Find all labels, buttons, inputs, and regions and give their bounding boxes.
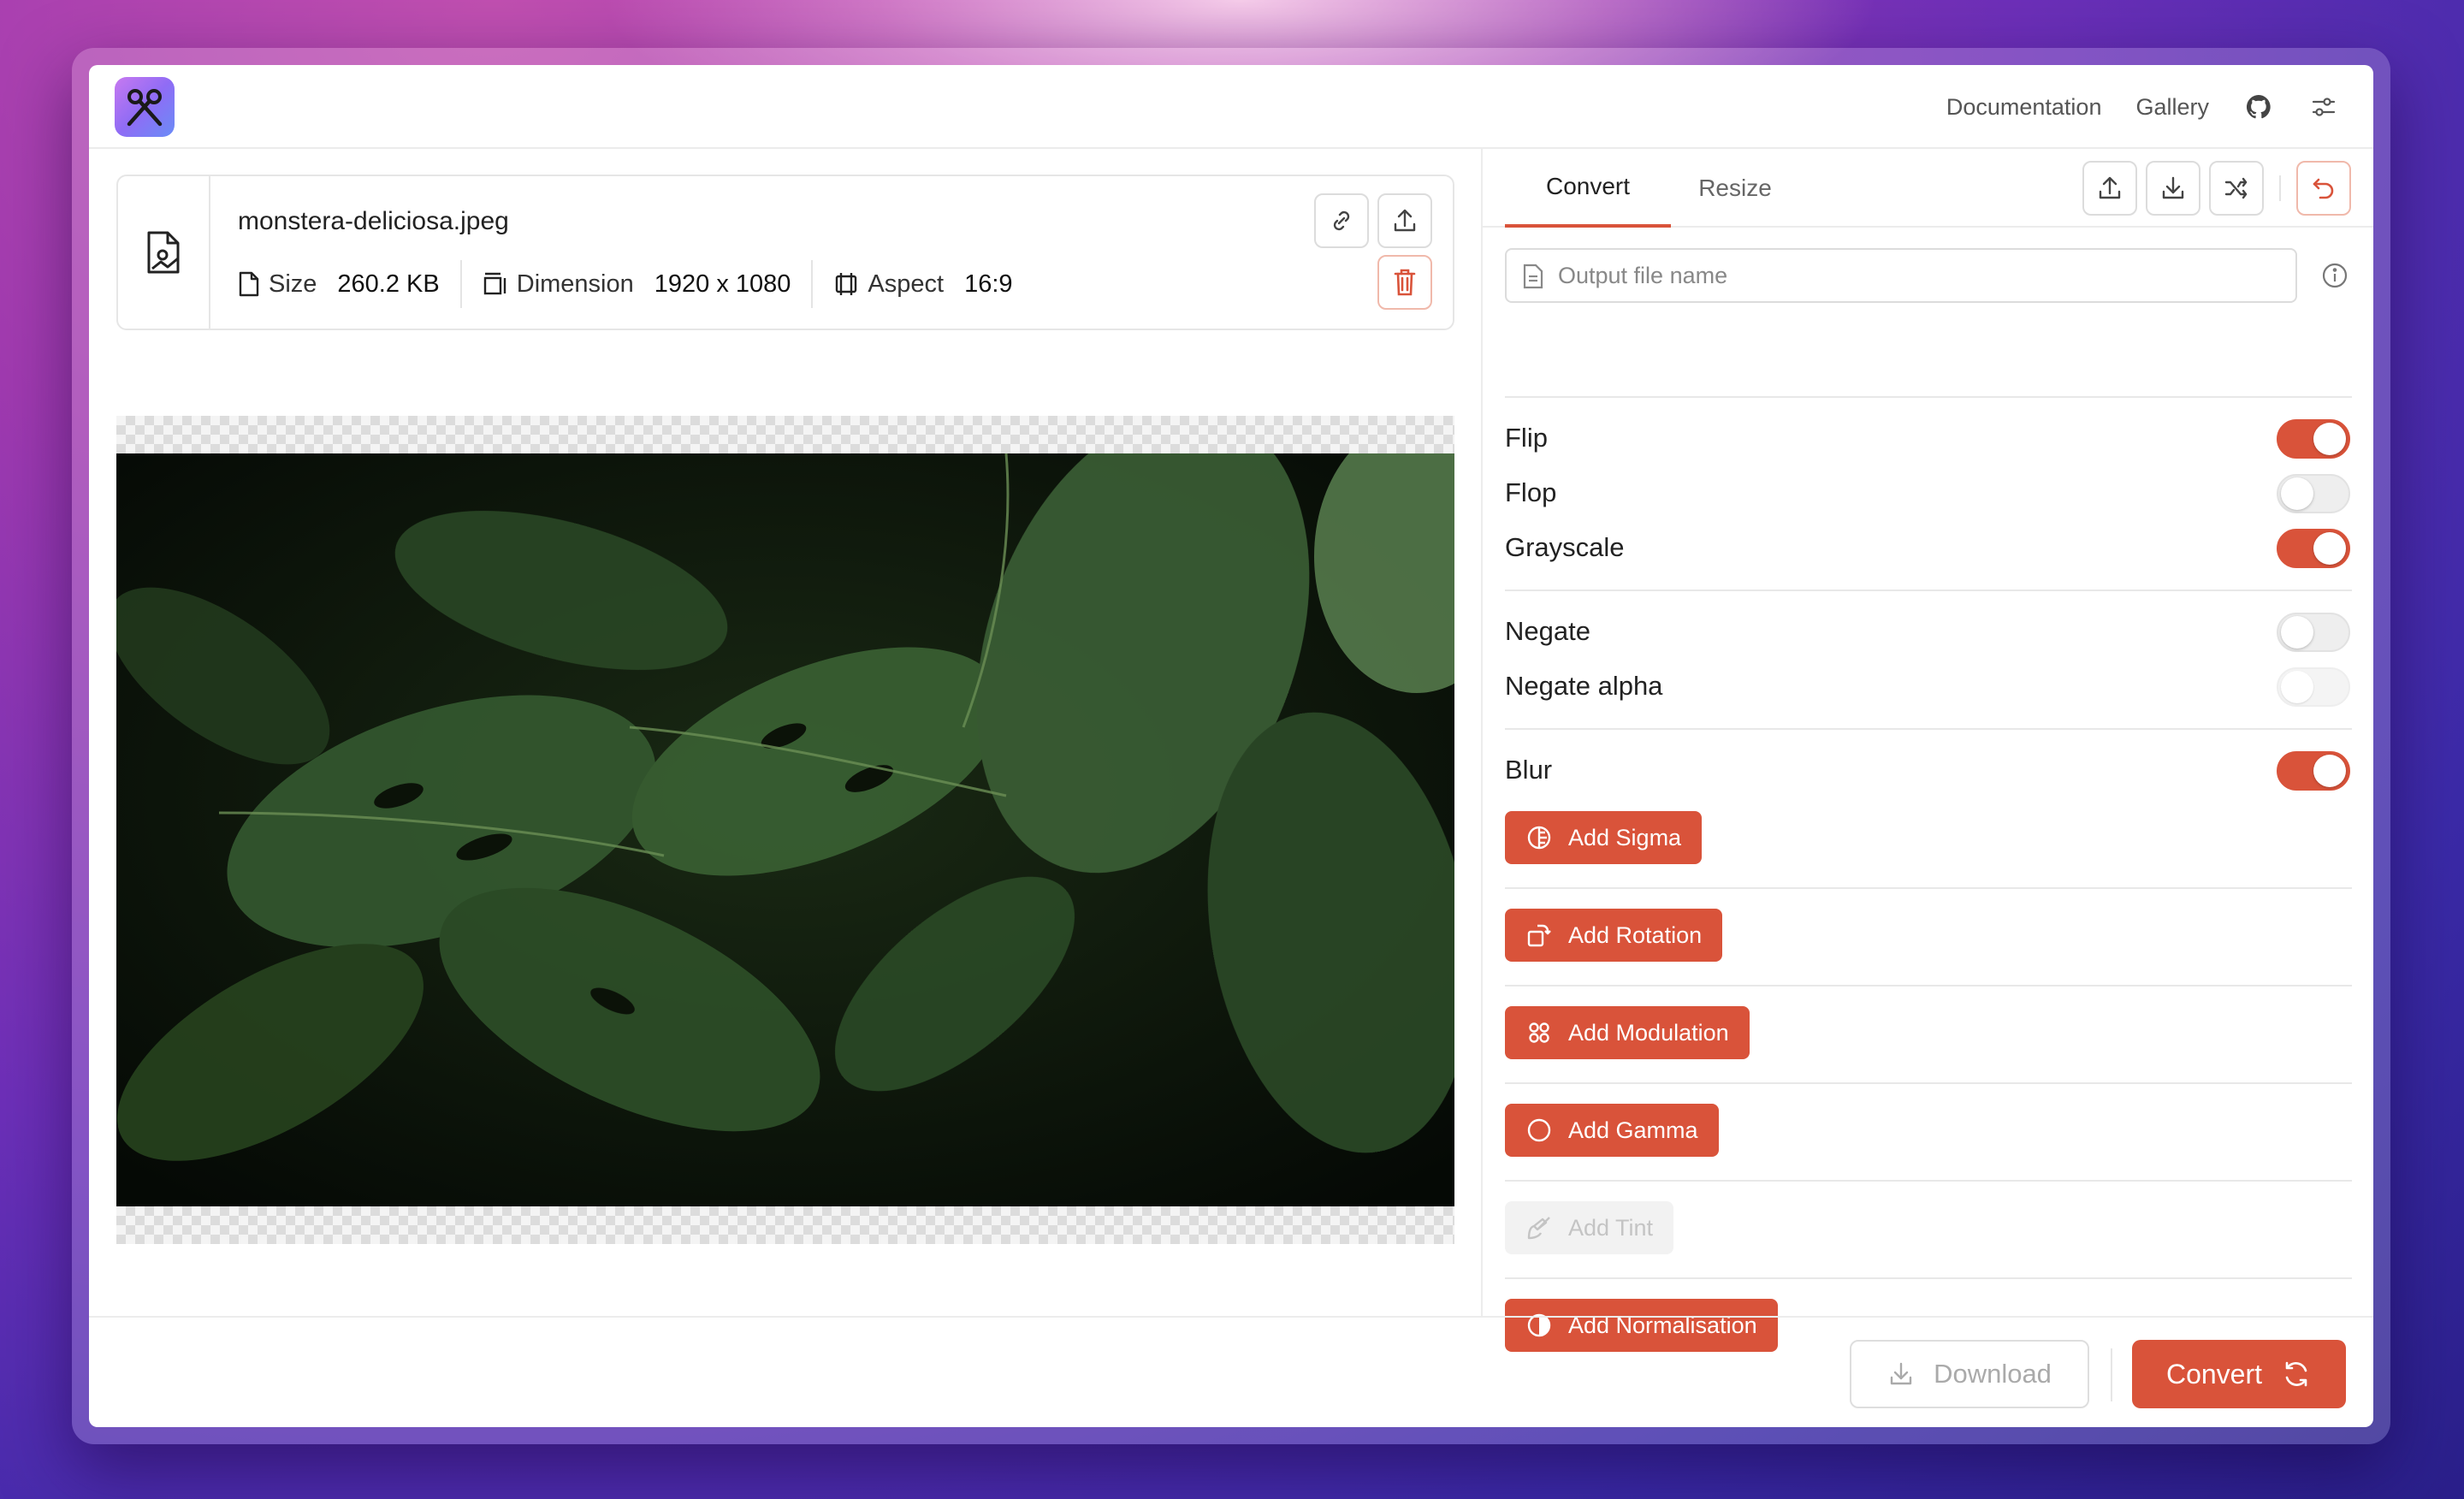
- github-icon[interactable]: [2243, 92, 2274, 122]
- top-nav: Documentation Gallery: [1946, 65, 2339, 149]
- section-divider: [1505, 396, 2352, 398]
- file-meta: Size 260.2 KB Dimension 1920 x 1080 Aspe…: [238, 260, 1013, 308]
- meta-divider: [459, 260, 462, 308]
- aspect-value: 16:9: [964, 270, 1013, 298]
- option-negate-alpha-toggle[interactable]: [2277, 667, 2350, 707]
- size-label: Size: [269, 270, 317, 298]
- option-flop-label: Flop: [1505, 477, 1557, 507]
- grid-circles-icon: [1529, 1022, 1549, 1043]
- import-settings-button[interactable]: [2146, 161, 2200, 216]
- option-blur-label: Blur: [1505, 755, 1553, 785]
- convert-label: Convert: [2165, 1358, 2263, 1389]
- add-tint-button[interactable]: Add Tint: [1505, 1201, 1674, 1254]
- meta-dimension: Dimension 1920 x 1080: [483, 270, 791, 299]
- half-circle-icon: [1527, 826, 1551, 850]
- trash-icon: [1394, 269, 1416, 296]
- option-negate-label: Negate: [1505, 616, 1590, 646]
- document-icon: [1523, 264, 1543, 289]
- file-info-card: monstera-deliciosa.jpeg Size 260.2 KB Di…: [116, 175, 1454, 330]
- upload-icon: [2099, 176, 2121, 199]
- option-flop-toggle[interactable]: [2277, 474, 2350, 513]
- option-negate-toggle[interactable]: [2277, 613, 2350, 652]
- convert-button[interactable]: Convert: [2132, 1340, 2346, 1408]
- section-divider: [1505, 1180, 2352, 1182]
- add-modulation-label: Add Modulation: [1568, 1019, 1729, 1046]
- tab-convert[interactable]: Convert: [1505, 149, 1671, 228]
- brush-icon: [1527, 1217, 1550, 1240]
- settings-sliders-icon[interactable]: [2308, 92, 2339, 122]
- download-label: Download: [1934, 1359, 2052, 1389]
- size-value: 260.2 KB: [337, 270, 440, 298]
- tab-resize[interactable]: Resize: [1671, 149, 1799, 228]
- meta-divider: [811, 260, 814, 308]
- shuffle-button[interactable]: [2209, 161, 2264, 216]
- nav-gallery[interactable]: Gallery: [2135, 94, 2209, 121]
- section-divider: [1505, 1082, 2352, 1084]
- meta-aspect: Aspect 16:9: [833, 270, 1013, 299]
- shuffle-icon: [2224, 177, 2248, 199]
- app-window: Documentation Gallery monstera-deliciosa…: [89, 65, 2373, 1427]
- section-divider: [1505, 728, 2352, 730]
- download-icon: [1890, 1362, 1912, 1385]
- toolbar-divider: [2279, 175, 2281, 201]
- footer-divider: [2111, 1348, 2112, 1401]
- link-icon: [1333, 210, 1350, 231]
- add-gamma-label: Add Gamma: [1568, 1117, 1698, 1143]
- section-divider: [1505, 590, 2352, 591]
- panel-toolbar: [2082, 161, 2351, 216]
- aspect-ratio-icon: [836, 273, 857, 295]
- option-negate-alpha-label: Negate alpha: [1505, 671, 1663, 701]
- option-flip-label: Flip: [1505, 423, 1548, 453]
- aspect-label: Aspect: [868, 270, 945, 298]
- add-tint-label: Add Tint: [1568, 1214, 1654, 1241]
- add-gamma-button[interactable]: Add Gamma: [1505, 1104, 1719, 1157]
- refresh-icon: [2285, 1361, 2307, 1387]
- image-preview: [116, 416, 1454, 1244]
- scissors-logo-icon[interactable]: [115, 77, 175, 137]
- output-filename-placeholder: Output file name: [1558, 262, 1728, 288]
- settings-panel: Convert Resize Output file name Flip Flo…: [1481, 149, 2373, 1352]
- action-footer: Download Convert: [89, 1316, 2373, 1427]
- upload-icon: [1394, 209, 1416, 232]
- output-filename-input[interactable]: Output file name: [1505, 248, 2297, 303]
- option-blur-toggle[interactable]: [2277, 751, 2350, 791]
- tab-bar: Convert Resize: [1483, 149, 2373, 228]
- add-rotation-label: Add Rotation: [1568, 921, 1703, 948]
- file-icon: [239, 271, 259, 297]
- reset-button[interactable]: [2296, 161, 2351, 216]
- add-sigma-button[interactable]: Add Sigma: [1505, 811, 1703, 864]
- add-rotation-button[interactable]: Add Rotation: [1505, 909, 1723, 962]
- circle-icon: [1527, 1118, 1551, 1142]
- section-divider: [1505, 985, 2352, 986]
- export-settings-button[interactable]: [2082, 161, 2137, 216]
- option-flip-toggle[interactable]: [2277, 419, 2350, 459]
- delete-button[interactable]: [1377, 255, 1432, 310]
- preview-image: [116, 453, 1454, 1206]
- nav-documentation[interactable]: Documentation: [1946, 94, 2102, 121]
- image-file-icon: [118, 176, 210, 329]
- dimension-icon: [483, 272, 506, 295]
- copy-link-button[interactable]: [1314, 193, 1369, 248]
- undo-icon: [2313, 178, 2334, 199]
- section-divider: [1505, 887, 2352, 889]
- add-sigma-label: Add Sigma: [1568, 824, 1682, 850]
- rotate-icon: [1527, 924, 1551, 947]
- meta-size: Size 260.2 KB: [238, 270, 440, 299]
- option-grayscale-toggle[interactable]: [2277, 529, 2350, 568]
- option-grayscale-label: Grayscale: [1505, 532, 1625, 562]
- upload-button[interactable]: [1377, 193, 1432, 248]
- add-modulation-button[interactable]: Add Modulation: [1505, 1006, 1750, 1059]
- section-divider: [1505, 1277, 2352, 1279]
- info-icon[interactable]: [2321, 262, 2348, 293]
- download-icon: [2162, 176, 2184, 199]
- file-name: monstera-deliciosa.jpeg: [238, 207, 509, 235]
- preview-panel: monstera-deliciosa.jpeg Size 260.2 KB Di…: [89, 149, 1481, 1316]
- dimension-label: Dimension: [516, 270, 634, 298]
- app-header: Documentation Gallery: [89, 65, 2373, 149]
- dimension-value: 1920 x 1080: [654, 270, 791, 298]
- download-button[interactable]: Download: [1850, 1340, 2089, 1408]
